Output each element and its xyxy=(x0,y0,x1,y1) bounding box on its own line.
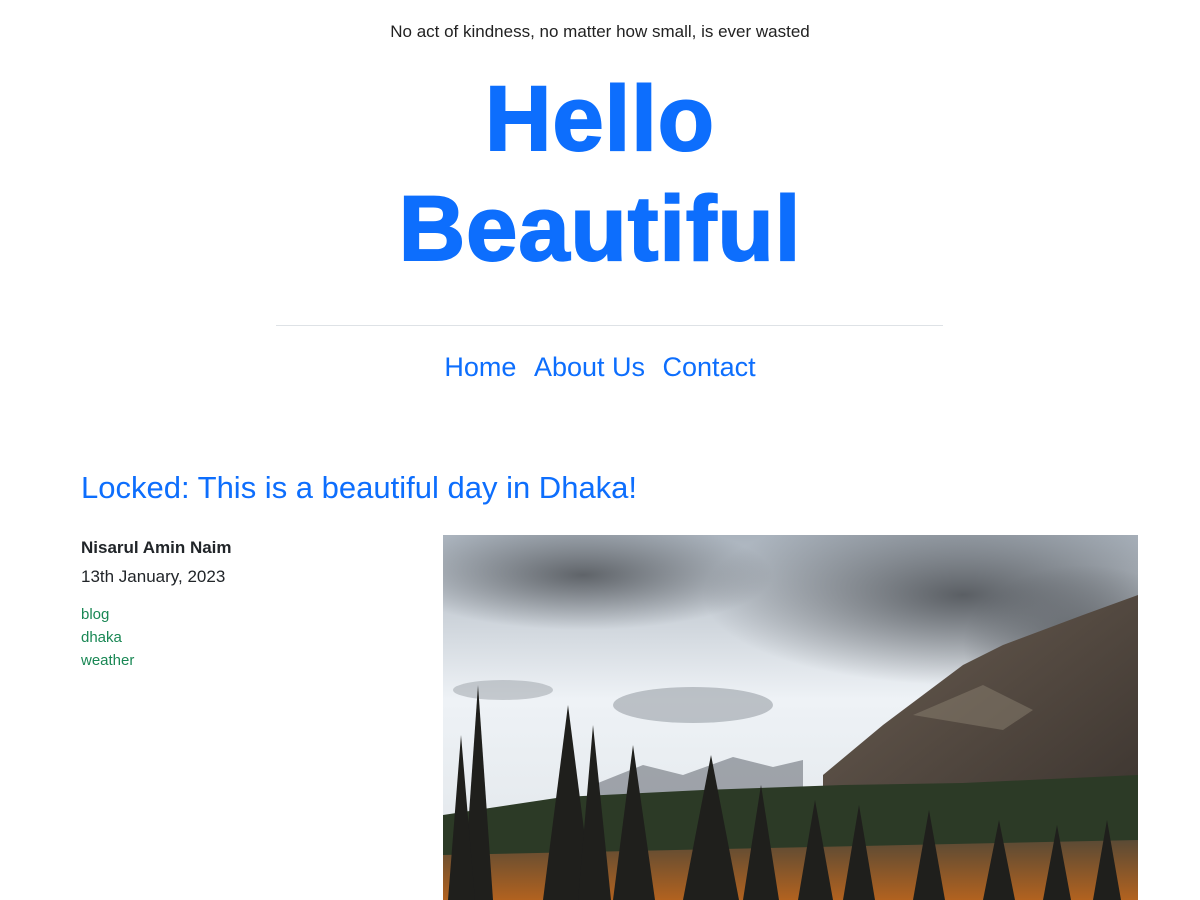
post-title-link[interactable]: Locked: This is a beautiful day in Dhaka… xyxy=(81,470,637,506)
post-image xyxy=(443,535,1138,900)
nav-about-us-link[interactable]: About Us xyxy=(534,352,645,382)
header-divider xyxy=(276,325,943,326)
site-title[interactable]: Hello Beautiful xyxy=(0,64,1200,284)
page: No act of kindness, no matter how small,… xyxy=(0,0,1200,900)
post-tags: blog dhaka weather xyxy=(81,603,411,672)
site-title-line-1: Hello xyxy=(484,67,715,171)
site-tagline: No act of kindness, no matter how small,… xyxy=(390,22,810,41)
nav-contact-link[interactable]: Contact xyxy=(663,352,756,382)
post-author: Nisarul Amin Naim xyxy=(81,538,232,557)
tag-dhaka-link[interactable]: dhaka xyxy=(81,626,411,649)
landscape-image xyxy=(443,535,1138,900)
post-date: 13th January, 2023 xyxy=(81,567,226,586)
main-nav: Home About Us Contact xyxy=(0,352,1200,383)
tag-weather-link[interactable]: weather xyxy=(81,649,411,672)
nav-home-link[interactable]: Home xyxy=(444,352,516,382)
tag-blog-link[interactable]: blog xyxy=(81,603,411,626)
post-meta: Nisarul Amin Naim 13th January, 2023 blo… xyxy=(81,538,411,672)
site-title-line-2: Beautiful xyxy=(398,177,802,281)
